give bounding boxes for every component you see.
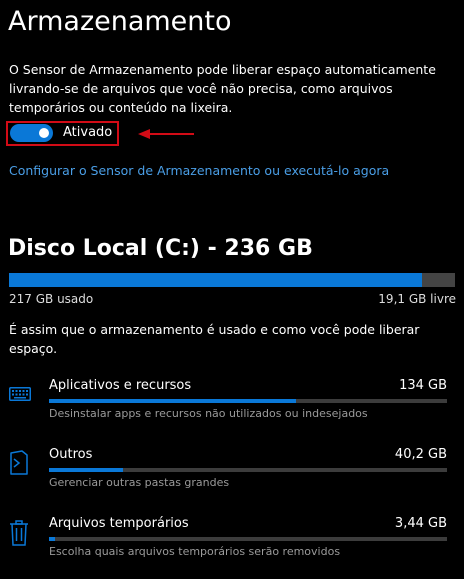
category-size: 3,44 GB — [394, 516, 447, 531]
drive-usage-bar-fill — [9, 273, 422, 287]
category-description: Desinstalar apps e recursos não utilizad… — [49, 407, 368, 420]
category-size: 134 GB — [399, 378, 447, 393]
keyboard-icon — [9, 387, 31, 401]
category-description: Gerenciar outras pastas grandes — [49, 476, 230, 489]
configure-storage-sense-link[interactable]: Configurar o Sensor de Armazenamento ou … — [9, 162, 389, 180]
category-usage-bar — [49, 537, 447, 541]
annotation-arrow-icon — [138, 129, 194, 139]
category-usage-bar — [49, 399, 447, 403]
drive-used-label: 217 GB usado — [9, 292, 94, 306]
toggle-state-label: Ativado — [63, 125, 113, 140]
page-title: Armazenamento — [8, 6, 232, 37]
category-usage-bar-fill — [49, 399, 296, 403]
trash-icon — [10, 520, 28, 546]
category-apps-features[interactable]: Aplicativos e recursos 134 GB Desinstala… — [0, 377, 464, 437]
toggle-knob — [39, 128, 49, 138]
category-usage-bar — [49, 468, 447, 472]
storage-sense-toggle[interactable] — [10, 124, 53, 142]
storage-sense-description: O Sensor de Armazenamento pode liberar e… — [9, 62, 436, 115]
category-size: 40,2 GB — [394, 447, 447, 462]
category-temporary-files[interactable]: Arquivos temporários 3,44 GB Escolha qua… — [0, 515, 464, 575]
folder-document-icon — [10, 450, 28, 475]
category-usage-bar-fill — [49, 468, 123, 472]
category-others[interactable]: Outros 40,2 GB Gerenciar outras pastas g… — [0, 446, 464, 506]
usage-explanation: É assim que o armazenamento é usado e co… — [9, 322, 420, 356]
category-description: Escolha quais arquivos temporários serão… — [49, 545, 341, 558]
drive-title: Disco Local (C:) - 236 GB — [8, 236, 313, 261]
category-usage-bar-fill — [49, 537, 56, 541]
category-name: Aplicativos e recursos — [49, 378, 192, 393]
category-name: Arquivos temporários — [49, 516, 189, 531]
category-name: Outros — [49, 447, 93, 462]
drive-free-label: 19,1 GB livre — [378, 292, 456, 306]
drive-usage-bar — [9, 273, 455, 287]
